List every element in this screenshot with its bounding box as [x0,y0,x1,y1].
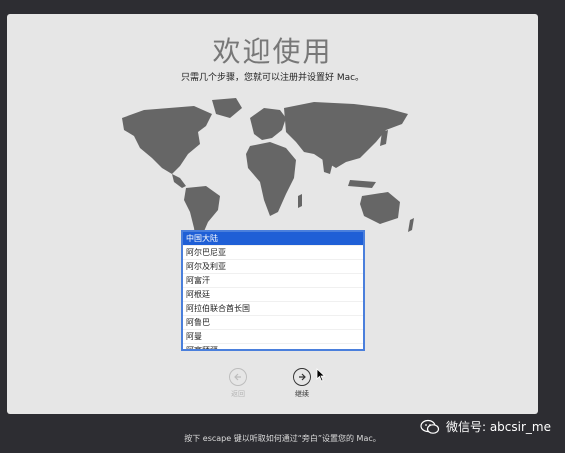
africa-shape [246,142,296,216]
australia-shape [360,192,400,224]
country-list-item[interactable]: 阿富汗 [183,274,363,288]
country-list[interactable]: 中国大陆 阿尔巴尼亚 阿尔及利亚 阿富汗 阿根廷 阿拉伯联合酋长国 阿鲁巴 阿曼 阿塞拜疆 [181,230,365,351]
country-list-item[interactable]: 阿曼 [183,330,363,344]
greenland-shape [212,98,242,118]
mouse-pointer-icon [316,368,326,382]
asia-shape [284,102,408,168]
central-america-shape [172,174,186,188]
back-button-label: 返回 [231,390,245,398]
country-list-item[interactable]: 阿尔巴尼亚 [183,246,363,260]
world-map-image [122,98,414,242]
country-list-item[interactable]: 阿拉伯联合酋长国 [183,302,363,316]
europe-shape [250,108,286,140]
continue-arrow-icon [293,368,311,386]
continue-button-label: 继续 [295,390,309,398]
north-america-shape [122,106,212,174]
wechat-logo-icon [420,419,440,434]
indonesia-shape [348,180,376,188]
country-list-item[interactable]: 阿塞拜疆 [183,344,363,349]
country-list-item[interactable]: 阿根廷 [183,288,363,302]
back-button: 返回 [221,368,255,399]
india-shape [322,156,334,174]
back-arrow-icon [229,368,247,386]
watermark-text: 微信号: abcsir_me [445,420,551,434]
page-title: 欢迎使用 [212,35,333,68]
wechat-watermark: 微信号: abcsir_me [420,418,551,435]
continue-button[interactable]: 继续 [285,368,319,399]
new-zealand-shape [408,218,414,232]
setup-panel: 欢迎使用 只需几个步骤，您就可以注册并设置好 Mac。 中国大陆 阿尔巴尼亚 阿… [7,14,538,414]
country-list-item[interactable]: 阿尔及利亚 [183,260,363,274]
madagascar-shape [298,194,302,208]
page-subtitle: 只需几个步骤，您就可以注册并设置好 Mac。 [180,73,365,83]
country-list-item[interactable]: 阿鲁巴 [183,316,363,330]
country-list-item[interactable]: 中国大陆 [183,232,363,246]
